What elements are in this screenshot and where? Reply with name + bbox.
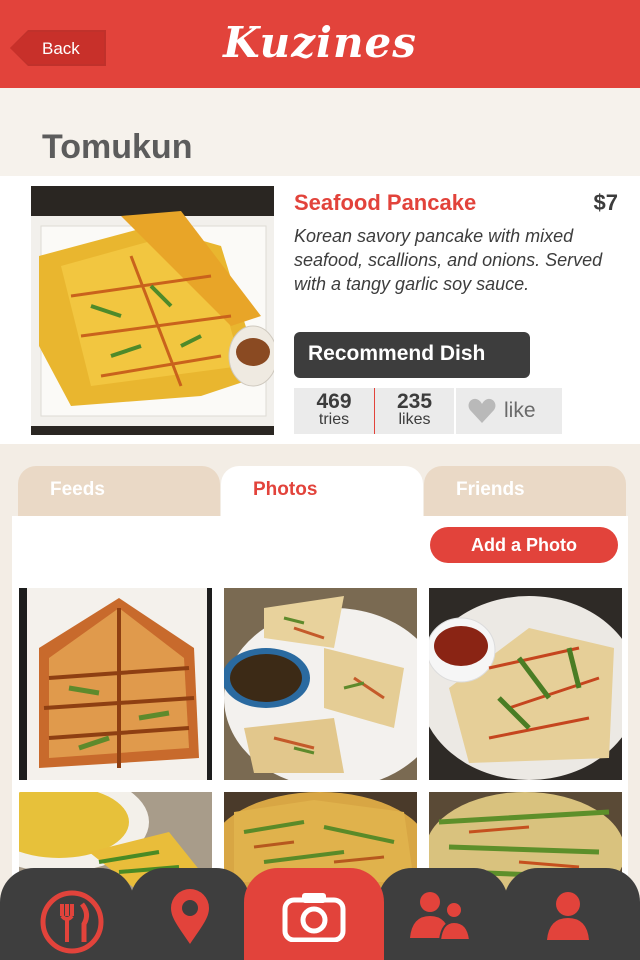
tab-friends[interactable]: Friends [424, 466, 626, 516]
dish-description: Korean savory pancake with mixed seafood… [294, 226, 603, 294]
restaurant-header: Tomukun [0, 88, 640, 176]
photo-thumbnail[interactable] [19, 588, 212, 780]
dish-card: Seafood Pancake $7 Korean savory pancake… [0, 176, 640, 444]
dish-stats: 469 tries 235 likes like [294, 388, 562, 434]
dish-price: $7 [593, 190, 618, 215]
friends-icon [410, 892, 472, 940]
tries-count: 469 [316, 390, 352, 413]
photo-thumbnail[interactable] [224, 588, 417, 780]
bottom-nav [0, 868, 640, 960]
heart-icon [468, 398, 496, 423]
dish-name: Seafood Pancake [294, 190, 477, 215]
recommend-dish-button[interactable]: Recommend Dish [294, 332, 530, 378]
nav-tab-places[interactable] [130, 868, 250, 960]
top-bar: Back Kuzines [0, 0, 640, 88]
nav-tab-friends[interactable] [378, 868, 508, 960]
restaurant-name[interactable]: Tomukun [42, 128, 192, 167]
nav-tab-camera[interactable] [244, 868, 384, 960]
likes-stat: 235 likes [375, 388, 456, 434]
tries-stat: 469 tries [294, 388, 375, 434]
content-tabs: Feeds Friends Photos [18, 466, 626, 516]
app-logo: Kuzines [223, 18, 417, 67]
nav-tab-profile[interactable] [504, 868, 640, 960]
likes-label: likes [398, 411, 431, 428]
like-button[interactable]: like [456, 388, 562, 434]
dish-photo[interactable] [31, 186, 274, 435]
likes-count: 235 [396, 390, 433, 413]
tab-photos[interactable]: Photos [221, 466, 423, 516]
nav-tab-dishes[interactable] [0, 868, 134, 960]
like-label: like [504, 399, 536, 422]
tab-feeds[interactable]: Feeds [18, 466, 220, 516]
camera-icon [282, 893, 346, 942]
map-pin-icon [171, 889, 209, 944]
fork-knife-icon [40, 890, 104, 954]
profile-icon [547, 892, 589, 940]
photo-thumbnail[interactable] [429, 588, 622, 780]
tries-label: tries [318, 411, 350, 428]
add-photo-button[interactable]: Add a Photo [430, 527, 618, 563]
